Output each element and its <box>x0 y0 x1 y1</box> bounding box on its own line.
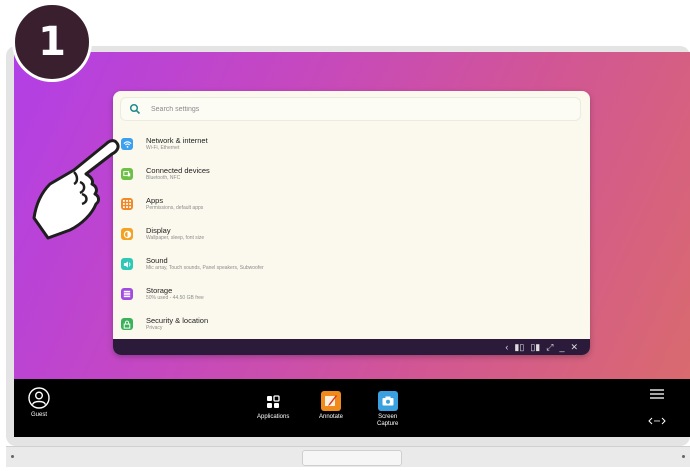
minimize-icon[interactable]: _ <box>559 342 564 352</box>
settings-item-security[interactable]: Security & location Privacy <box>121 310 581 338</box>
item-subtitle: 50% used - 44.50 GB free <box>146 295 204 301</box>
applications-icon <box>264 393 282 411</box>
item-title: Connected devices <box>146 166 210 175</box>
search-icon <box>129 103 141 115</box>
arrows-horizontal-icon <box>648 417 666 425</box>
split-left-icon[interactable]: ▮▯ <box>514 342 524 353</box>
window-control-bar: ‹ ▮▯ ▯▮ ⤢ _ ✕ <box>113 339 590 355</box>
settings-item-display[interactable]: Display Wallpaper, sleep, font size <box>121 220 581 248</box>
step-badge: 1 <box>12 2 92 82</box>
storage-icon <box>121 288 133 300</box>
screen-capture-label: Screen Capture <box>377 414 399 427</box>
apps-grid-icon <box>121 198 133 210</box>
volume-icon <box>121 258 133 270</box>
user-avatar-icon <box>28 387 50 409</box>
search-input[interactable] <box>149 104 553 114</box>
item-subtitle: Privacy <box>146 325 163 331</box>
camera-icon <box>377 391 398 411</box>
hamburger-menu-icon <box>650 389 664 399</box>
devices-icon <box>121 168 133 180</box>
screen-capture-button[interactable]: Screen Capture <box>377 391 398 428</box>
item-title: Security & location <box>146 316 209 325</box>
item-title: Network & internet <box>146 136 208 145</box>
close-icon[interactable]: ✕ <box>570 342 578 353</box>
pointing-hand-icon <box>32 139 120 240</box>
power-indicator <box>11 455 14 458</box>
sensor-indicator <box>682 455 685 458</box>
item-title: Sound <box>146 256 168 265</box>
item-subtitle: Wallpaper, sleep, font size <box>146 235 205 241</box>
expand-toolbar-button[interactable] <box>648 417 666 425</box>
taskbar: Guest Applications Annotate Screen Captu… <box>14 379 690 437</box>
chevron-left-icon[interactable]: ‹ <box>505 342 508 352</box>
search-bar[interactable] <box>120 97 581 121</box>
settings-item-connected-devices[interactable]: Connected devices Bluetooth, NFC <box>121 160 581 188</box>
lock-icon <box>121 318 133 330</box>
item-subtitle: Wi-Fi, Ethernet <box>146 145 180 151</box>
split-right-icon[interactable]: ▯▮ <box>530 342 540 353</box>
wifi-icon <box>121 138 133 150</box>
brightness-icon <box>121 228 133 240</box>
annotate-button[interactable]: Annotate <box>319 391 343 421</box>
user-label: Guest <box>30 412 47 418</box>
bezel-bottom-strip <box>6 446 690 467</box>
item-subtitle: Bluetooth, NFC <box>146 175 181 181</box>
annotate-label: Annotate <box>319 414 344 420</box>
item-subtitle: Mic array, Touch sounds, Panel speakers,… <box>146 265 264 271</box>
item-title: Apps <box>146 196 164 205</box>
settings-item-apps[interactable]: Apps Permissions, default apps <box>121 190 581 218</box>
bezel-control-buttons <box>302 450 402 466</box>
user-button[interactable]: Guest <box>28 387 50 419</box>
settings-item-sound[interactable]: Sound Mic array, Touch sounds, Panel spea… <box>121 250 581 278</box>
item-title: Storage <box>146 286 173 295</box>
item-subtitle: Permissions, default apps <box>146 205 204 211</box>
step-number: 1 <box>38 19 66 65</box>
applications-button[interactable]: Applications <box>257 393 289 421</box>
settings-panel: Network & internetWi-Fi, Ethernet Connec… <box>113 91 590 355</box>
settings-item-network[interactable]: Network & internet Wi-Fi, Ethernet <box>121 130 581 158</box>
annotate-icon <box>321 391 342 411</box>
item-title: Display <box>146 226 171 235</box>
applications-label: Applications <box>257 414 290 420</box>
menu-button[interactable] <box>650 389 664 399</box>
fullscreen-icon[interactable]: ⤢ <box>546 342 553 353</box>
settings-item-storage[interactable]: Storage 50% used - 44.50 GB free <box>121 280 581 308</box>
